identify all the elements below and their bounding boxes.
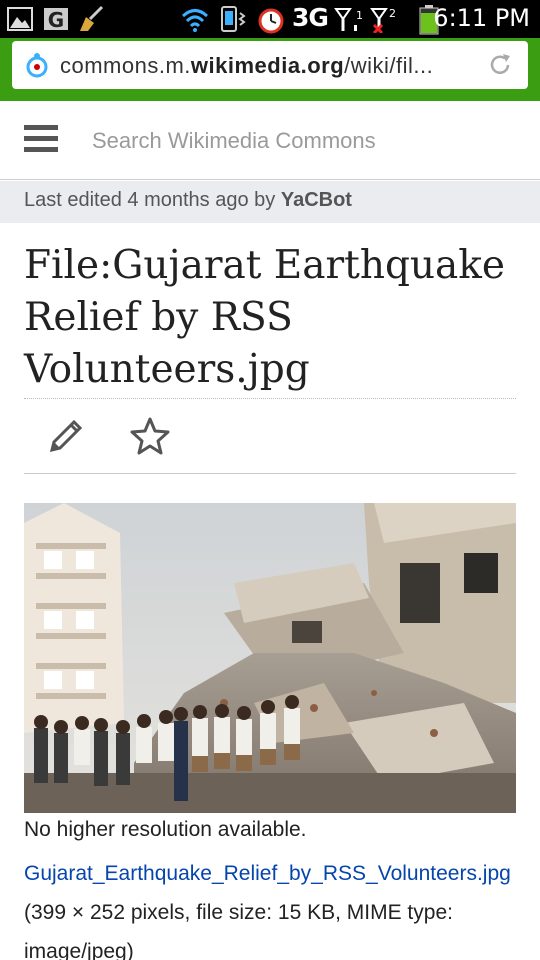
network-type-label: 3G (292, 3, 329, 32)
svg-text:1: 1 (356, 9, 363, 22)
signal-icon: 1 (334, 8, 363, 31)
file-info: Gujarat_Earthquake_Relief_by_RSS_Volunte… (24, 854, 524, 960)
main-menu-button[interactable] (24, 125, 58, 157)
search-input[interactable] (80, 119, 520, 163)
wikimedia-site-icon (26, 53, 48, 78)
url-prefix: commons.m. (60, 53, 191, 78)
signal-2-icon: 2 (370, 7, 396, 33)
broom-icon (80, 5, 104, 31)
gallery-icon (7, 7, 33, 31)
browser-toolbar: commons.m.wikimedia.org/wiki/fil... (0, 38, 540, 101)
last-edited-text: Last edited 4 months ago by (24, 189, 276, 211)
svg-text:G: G (48, 8, 64, 32)
menu-bar-icon (24, 136, 58, 141)
last-edited-user: YaCBot (280, 189, 352, 211)
title-divider (24, 398, 516, 399)
g-icon: G (44, 8, 68, 32)
url-suffix: /wiki/fil... (344, 53, 434, 78)
last-edited-bar[interactable]: Last edited 4 months ago by YaCBot (0, 181, 540, 223)
url-text[interactable]: commons.m.wikimedia.org/wiki/fil... (60, 53, 433, 79)
menu-bar-icon (24, 125, 58, 130)
alarm-icon (258, 8, 284, 34)
file-download-link[interactable]: Gujarat_Earthquake_Relief_by_RSS_Volunte… (24, 862, 511, 885)
file-image[interactable] (24, 503, 516, 813)
status-bar: G 3G 1 2 6:11 PM (0, 0, 540, 38)
status-time: 6:11 PM (433, 4, 530, 32)
site-header (0, 101, 540, 180)
file-details-text: (399 × 252 pixels, file size: 15 KB, MIM… (24, 901, 453, 960)
reload-icon[interactable] (486, 51, 514, 79)
page-actions (24, 410, 516, 474)
vibrate-icon (221, 6, 246, 32)
url-bar[interactable]: commons.m.wikimedia.org/wiki/fil... (12, 41, 528, 89)
url-domain: wikimedia.org (190, 53, 345, 78)
no-higher-resolution-text: No higher resolution available. (24, 818, 307, 841)
wifi-icon (181, 9, 209, 32)
star-icon[interactable] (130, 416, 170, 456)
page-title: File:Gujarat Earthquake Relief by RSS Vo… (24, 243, 506, 392)
menu-bar-icon (24, 147, 58, 152)
pencil-icon[interactable] (46, 416, 86, 456)
svg-text:2: 2 (389, 7, 396, 20)
